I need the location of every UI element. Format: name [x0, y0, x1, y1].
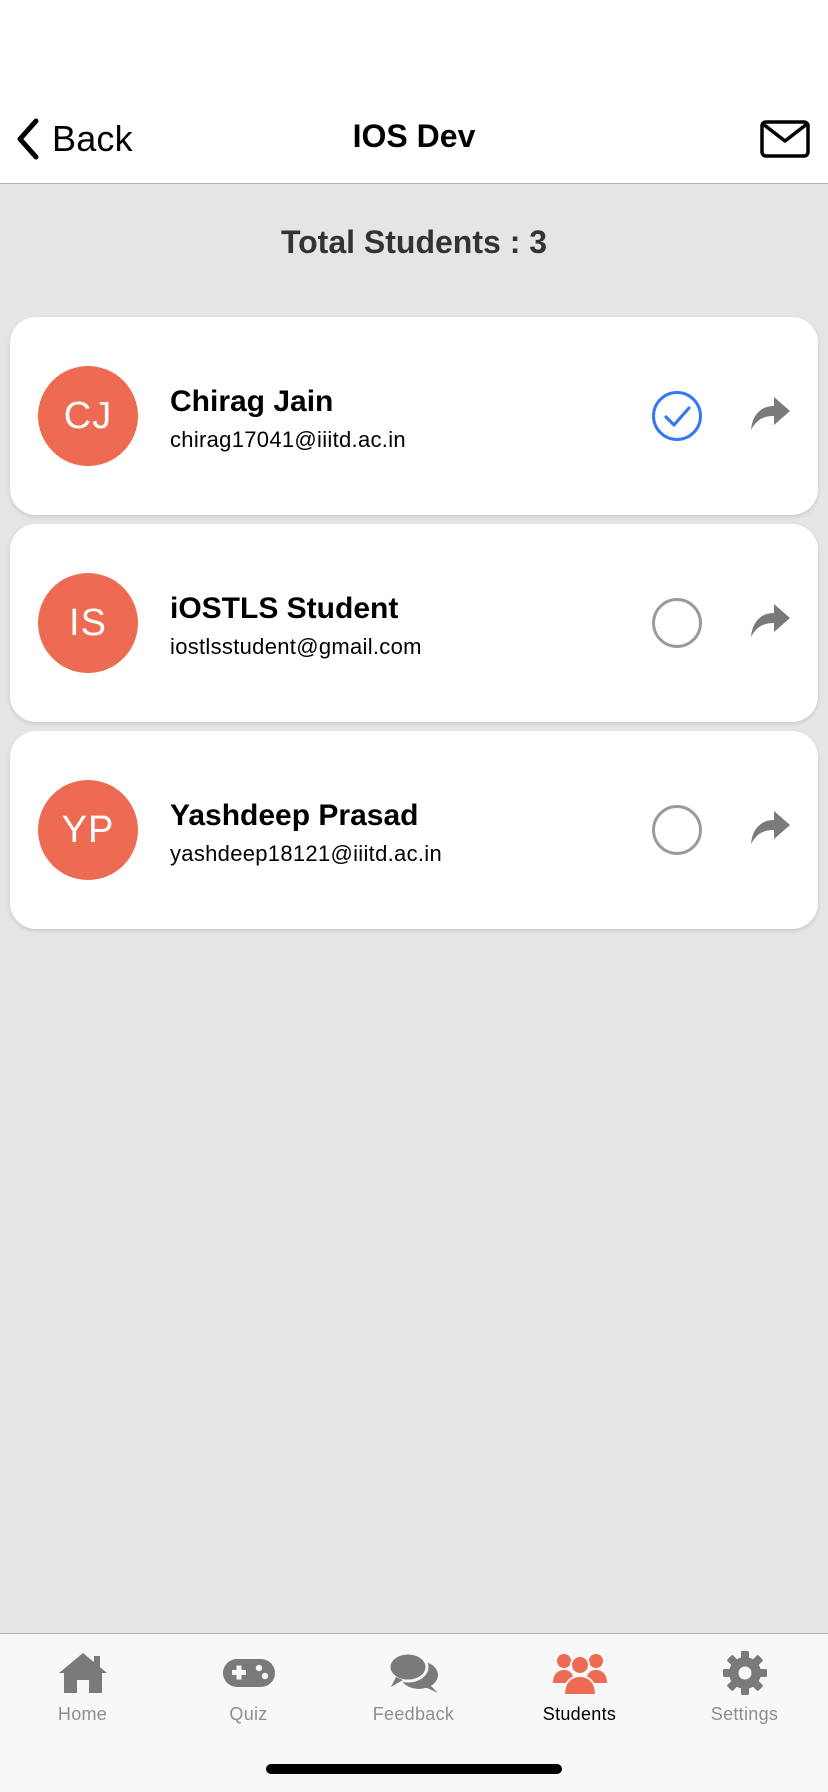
empty-circle-icon [652, 805, 702, 855]
total-students-label: Total Students : 3 [280, 224, 548, 260]
navigation-bar: Back IOS Dev [0, 92, 828, 184]
student-name: iOSTLS Student [170, 592, 399, 625]
checkmark-circle-icon [652, 391, 702, 441]
avatar: CJ [38, 366, 138, 466]
share-button[interactable] [748, 602, 792, 642]
share-arrow-icon [751, 397, 790, 430]
tab-settings[interactable]: Settings [662, 1634, 827, 1744]
student-card[interactable]: YP Yashdeep Prasad yashdeep18121@iiitd.a… [10, 731, 818, 929]
share-button[interactable] [748, 809, 792, 849]
tab-home[interactable]: Home [0, 1634, 165, 1744]
tab-label: Quiz [229, 1704, 268, 1724]
student-email: yashdeep18121@iiitd.ac.in [170, 841, 443, 866]
tab-feedback[interactable]: Feedback [331, 1634, 496, 1744]
chat-bubbles-icon [387, 1651, 438, 1693]
student-name: Chirag Jain [170, 385, 334, 418]
home-indicator [266, 1764, 562, 1774]
avatar: IS [38, 573, 138, 673]
share-arrow-icon [751, 604, 790, 637]
student-email: chirag17041@iiitd.ac.in [170, 427, 406, 452]
gear-icon [722, 1651, 767, 1695]
share-button[interactable] [748, 395, 792, 435]
tab-label: Home [57, 1704, 108, 1724]
mail-button[interactable] [760, 120, 810, 158]
tab-quiz[interactable]: Quiz [166, 1634, 331, 1744]
users-icon [552, 1654, 607, 1696]
tab-students[interactable]: Students [497, 1634, 662, 1744]
select-checkbox[interactable] [651, 597, 703, 649]
share-arrow-icon [751, 811, 790, 844]
status-bar-area [0, 0, 828, 92]
empty-circle-icon [652, 598, 702, 648]
envelope-icon [760, 120, 810, 158]
student-card[interactable]: IS iOSTLS Student iostlsstudent@gmail.co… [10, 524, 818, 722]
gamepad-icon [222, 1659, 275, 1687]
avatar: YP [38, 780, 138, 880]
tab-label: Settings [710, 1704, 779, 1724]
select-checkbox-checked[interactable] [651, 390, 703, 442]
tab-label: Feedback [372, 1704, 455, 1724]
student-card[interactable]: CJ Chirag Jain chirag17041@iiitd.ac.in [10, 317, 818, 515]
tab-label: Students [542, 1704, 617, 1724]
select-checkbox[interactable] [651, 804, 703, 856]
student-name: Yashdeep Prasad [170, 799, 419, 832]
student-email: iostlsstudent@gmail.com [170, 634, 422, 659]
home-icon [58, 1653, 107, 1693]
page-title: IOS Dev [352, 118, 476, 154]
